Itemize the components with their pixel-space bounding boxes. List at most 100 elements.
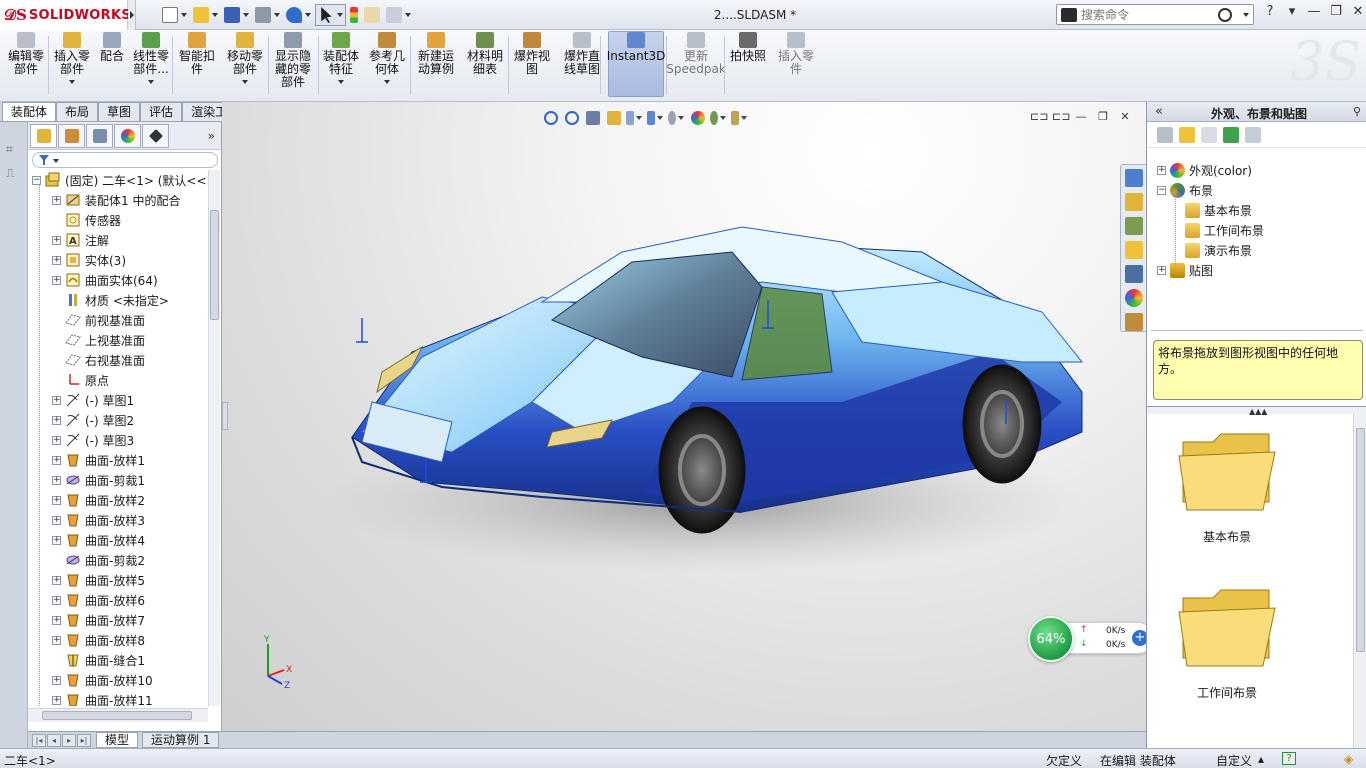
toolbar-bom-button[interactable]: 材料明 细表 xyxy=(464,32,506,100)
tree-item[interactable]: + 曲面-放样10 xyxy=(52,670,153,690)
expand-icon[interactable]: + xyxy=(52,435,61,445)
tree-item[interactable]: 前视基准面 xyxy=(52,310,145,330)
tab-3[interactable]: 评估 xyxy=(140,102,183,121)
toolbar-exploded-view-button[interactable]: 爆炸视图 xyxy=(512,32,552,100)
expand-icon[interactable]: + xyxy=(52,515,61,525)
expand-icon[interactable]: + xyxy=(52,395,61,405)
tree-item[interactable]: + 曲面-放样11 xyxy=(52,690,153,706)
scene-tree-item[interactable]: 工作间布景 xyxy=(1185,220,1264,240)
scene-folder-item[interactable]: 基本布景 xyxy=(1167,428,1287,545)
scene-folder-item[interactable]: 工作间布景 xyxy=(1167,584,1287,701)
view-palette-icon[interactable] xyxy=(1125,265,1143,283)
tree-item[interactable]: + 曲面-放样4 xyxy=(52,530,145,550)
command-search[interactable] xyxy=(1056,4,1254,25)
tree-item[interactable]: 原点 xyxy=(52,370,109,390)
tab-display-manager[interactable] xyxy=(114,123,141,148)
tag-icon[interactable]: ◈ xyxy=(1344,752,1353,766)
tab-2[interactable]: 草图 xyxy=(98,102,141,121)
scene-tree-item[interactable]: − 布景 xyxy=(1157,180,1213,200)
open-button[interactable] xyxy=(191,4,220,26)
units-dropdown-arrow-icon[interactable]: ▴ xyxy=(1258,752,1264,766)
design-library-icon[interactable] xyxy=(1125,217,1143,235)
gallery-scrollbar[interactable] xyxy=(1353,414,1366,748)
expand-icon[interactable]: + xyxy=(52,695,61,705)
appearances-scenes-icon[interactable] xyxy=(1125,289,1143,307)
tab-motion-study[interactable]: 运动算例 1 xyxy=(142,732,220,748)
help-icon[interactable]: ? xyxy=(1282,752,1296,765)
custom-properties-icon[interactable] xyxy=(1125,313,1143,331)
expand-icon[interactable]: + xyxy=(52,275,61,285)
refresh-icon[interactable] xyxy=(1223,126,1239,143)
tree-item[interactable]: 上视基准面 xyxy=(52,330,145,350)
menu-flyout-arrow[interactable] xyxy=(128,0,136,30)
tree-item[interactable]: + 曲面-放样6 xyxy=(52,590,145,610)
graphics-area[interactable]: ⊏⊐ ⊏⊐ — ❐ ✕ Y X Z 64% ↑ ↓ 0K/s 0K/s + xyxy=(222,102,1146,731)
tree-item[interactable]: + A 注解 xyxy=(52,230,109,250)
toolbar-explode-line-button[interactable]: 爆炸直 线草图 xyxy=(560,32,604,100)
toolbar-motion-study-button[interactable]: 新建运 动算例 xyxy=(414,32,458,100)
toolbar-reference-geometry-button[interactable]: 参考几 何体 xyxy=(366,32,408,100)
toolbar-move-component-button[interactable]: 移动零 部件 xyxy=(224,32,266,100)
prev-tab-icon[interactable]: ◂ xyxy=(47,733,61,747)
tree-filter[interactable] xyxy=(32,152,218,168)
toolbar-snapshot-button[interactable]: 拍快照 xyxy=(728,32,768,100)
toolbar-linear-pattern-button[interactable]: 线性零 部件... xyxy=(130,32,172,100)
tab-1[interactable]: 布局 xyxy=(56,102,99,121)
expand-icon[interactable]: + xyxy=(52,475,61,485)
restore-button[interactable]: ❐ xyxy=(1328,4,1344,19)
new-button[interactable] xyxy=(160,4,189,26)
tree-item[interactable]: 右视基准面 xyxy=(52,350,145,370)
close-button[interactable]: ✕ xyxy=(1350,4,1366,19)
toolbar-insert-part-button[interactable]: 插入零件 xyxy=(774,32,818,100)
tree-item[interactable]: 传感器 xyxy=(52,210,121,230)
tree-item[interactable]: + 曲面-剪裁1 xyxy=(52,470,145,490)
collapse-icon[interactable]: − xyxy=(1157,185,1166,195)
units-dropdown[interactable]: 自定义 xyxy=(1216,752,1252,768)
tab-dimxpert[interactable] xyxy=(142,123,169,148)
hscrollbar-thumb[interactable] xyxy=(42,711,192,720)
solidworks-logo[interactable]: 𝒟S SOLIDWORKS xyxy=(0,0,131,30)
more-tabs-icon[interactable]: » xyxy=(208,129,215,143)
print-button[interactable] xyxy=(253,4,282,26)
scene-tree-item[interactable]: 演示布景 xyxy=(1185,240,1252,260)
scene-tree-item[interactable]: 基本布景 xyxy=(1185,200,1252,220)
collapse-icon[interactable]: − xyxy=(32,175,41,185)
tree-item[interactable]: + 装配体1 中的配合 xyxy=(52,190,180,210)
options-button[interactable] xyxy=(384,4,413,26)
tab-configuration-manager[interactable] xyxy=(86,123,113,148)
feature-tree-hscrollbar[interactable] xyxy=(28,708,208,722)
pane-resize-handle[interactable]: ▲▲▲ xyxy=(1147,406,1366,416)
help-dropdown-icon[interactable]: ▾ xyxy=(1284,4,1300,19)
tree-item[interactable]: 曲面-剪裁2 xyxy=(52,550,145,570)
expand-icon[interactable]: + xyxy=(52,675,61,685)
toolbar-mate-button[interactable]: 配合 xyxy=(96,32,128,100)
tree-root[interactable]: − (固定) 二车<1> (默认<< xyxy=(32,170,207,190)
up-level-icon[interactable] xyxy=(1245,126,1261,143)
expand-icon[interactable]: + xyxy=(52,635,61,645)
expand-icon[interactable]: + xyxy=(52,575,61,585)
memory-usage-indicator[interactable]: 64% xyxy=(1028,616,1074,662)
tree-item[interactable]: 曲面-缝合1 xyxy=(52,650,145,670)
back-icon[interactable] xyxy=(1157,126,1173,143)
expand-icon[interactable]: + xyxy=(52,455,61,465)
tab-feature-tree[interactable] xyxy=(30,123,57,148)
expand-icon[interactable]: + xyxy=(52,195,61,205)
tree-item[interactable]: + (-) 草图3 xyxy=(52,430,134,450)
expand-widget-button[interactable]: + xyxy=(1132,630,1146,646)
tab-0[interactable]: 装配体 xyxy=(2,102,57,121)
file-explorer-icon[interactable] xyxy=(1125,241,1143,259)
collapse-pane-icon[interactable]: « xyxy=(1155,104,1163,119)
expand-icon[interactable]: + xyxy=(52,415,61,425)
save-button[interactable] xyxy=(222,4,251,26)
tree-item[interactable]: + 曲面-放样3 xyxy=(52,510,145,530)
expand-icon[interactable]: + xyxy=(52,495,61,505)
expand-icon[interactable]: + xyxy=(52,535,61,545)
folder-icon[interactable] xyxy=(1201,126,1217,143)
toolbar-instant3d-button[interactable]: Instant3D xyxy=(607,31,665,97)
search-input[interactable] xyxy=(1081,7,1218,22)
tree-item[interactable]: + (-) 草图1 xyxy=(52,390,134,410)
pulse-icon[interactable]: ⎍ xyxy=(6,166,20,180)
rebuild-button[interactable] xyxy=(348,4,360,26)
search-icon[interactable] xyxy=(1218,7,1232,22)
tree-item[interactable]: 材质 <未指定> xyxy=(52,290,169,310)
